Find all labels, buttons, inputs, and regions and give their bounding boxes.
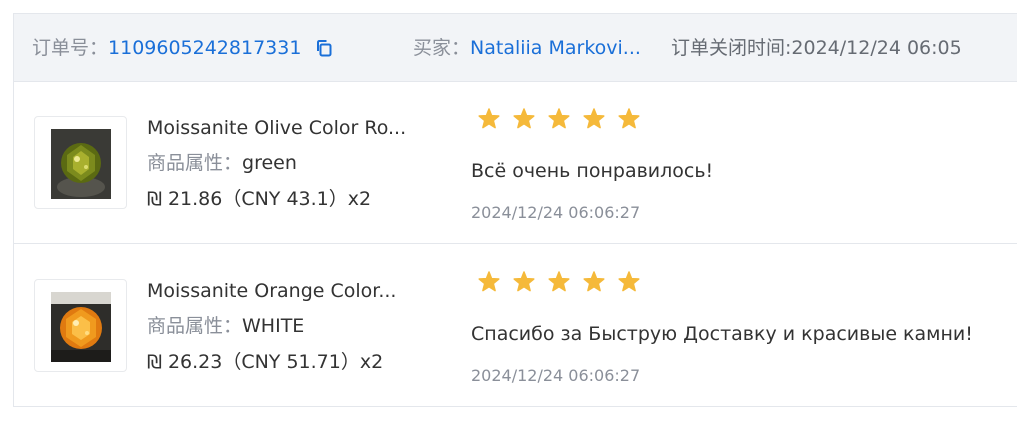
product-image xyxy=(51,292,111,362)
order-number-link[interactable]: 1109605242817331 xyxy=(108,37,301,59)
review-time: 2024/12/24 06:06:27 xyxy=(471,366,641,385)
product-name[interactable]: Moissanite Orange Color... xyxy=(147,279,419,303)
product-thumbnail[interactable] xyxy=(34,279,127,372)
order-number-label: 订单号： xyxy=(32,37,109,59)
buyer-name-link[interactable]: Nataliia Markovi... xyxy=(470,37,641,59)
order-header: 订单号：1109605242817331 买家：Nataliia Markovi… xyxy=(14,14,1017,82)
order-number-group: 订单号：1109605242817331 xyxy=(32,36,333,63)
product-attribute: 商品属性：WHITE xyxy=(147,314,304,338)
star-icon xyxy=(477,270,501,294)
star-icon xyxy=(547,270,571,294)
product-name[interactable]: Moissanite Olive Color Ro... xyxy=(147,116,419,140)
product-price: ₪ 26.23（CNY 51.71）x2 xyxy=(147,351,384,373)
order-card: 订单号：1109605242817331 买家：Nataliia Markovi… xyxy=(13,13,1017,407)
attribute-value: green xyxy=(242,152,297,174)
review-text: Спасибо за Быструю Доставку и красивые к… xyxy=(471,323,973,345)
star-icon xyxy=(547,107,571,131)
star-icon xyxy=(582,107,606,131)
star-icon xyxy=(512,107,536,131)
review-time: 2024/12/24 06:06:27 xyxy=(471,203,641,222)
star-icon xyxy=(617,270,641,294)
buyer-group: 买家：Nataliia Markovi... xyxy=(413,36,641,60)
star-icon xyxy=(477,107,501,131)
buyer-label: 买家： xyxy=(413,37,471,59)
product-thumbnail[interactable] xyxy=(34,116,127,209)
star-icon xyxy=(582,270,606,294)
product-image xyxy=(51,129,111,199)
product-attribute: 商品属性：green xyxy=(147,151,297,175)
attribute-value: WHITE xyxy=(242,315,305,337)
star-icon xyxy=(617,107,641,131)
order-item-row: Moissanite Orange Color... 商品属性：WHITE ₪ … xyxy=(14,245,1017,407)
attribute-label: 商品属性： xyxy=(147,315,243,337)
order-close-time: 订单关闭时间:2024/12/24 06:05 xyxy=(671,37,962,59)
order-item-row: Moissanite Olive Color Ro... 商品属性：green … xyxy=(14,82,1017,244)
rating-stars xyxy=(477,270,647,296)
star-icon xyxy=(512,270,536,294)
product-price: ₪ 21.86（CNY 43.1）x2 xyxy=(147,188,372,210)
copy-icon[interactable] xyxy=(315,39,333,63)
attribute-label: 商品属性： xyxy=(147,152,243,174)
rating-stars xyxy=(477,107,647,133)
review-text: Всё очень понравилось! xyxy=(471,160,714,182)
